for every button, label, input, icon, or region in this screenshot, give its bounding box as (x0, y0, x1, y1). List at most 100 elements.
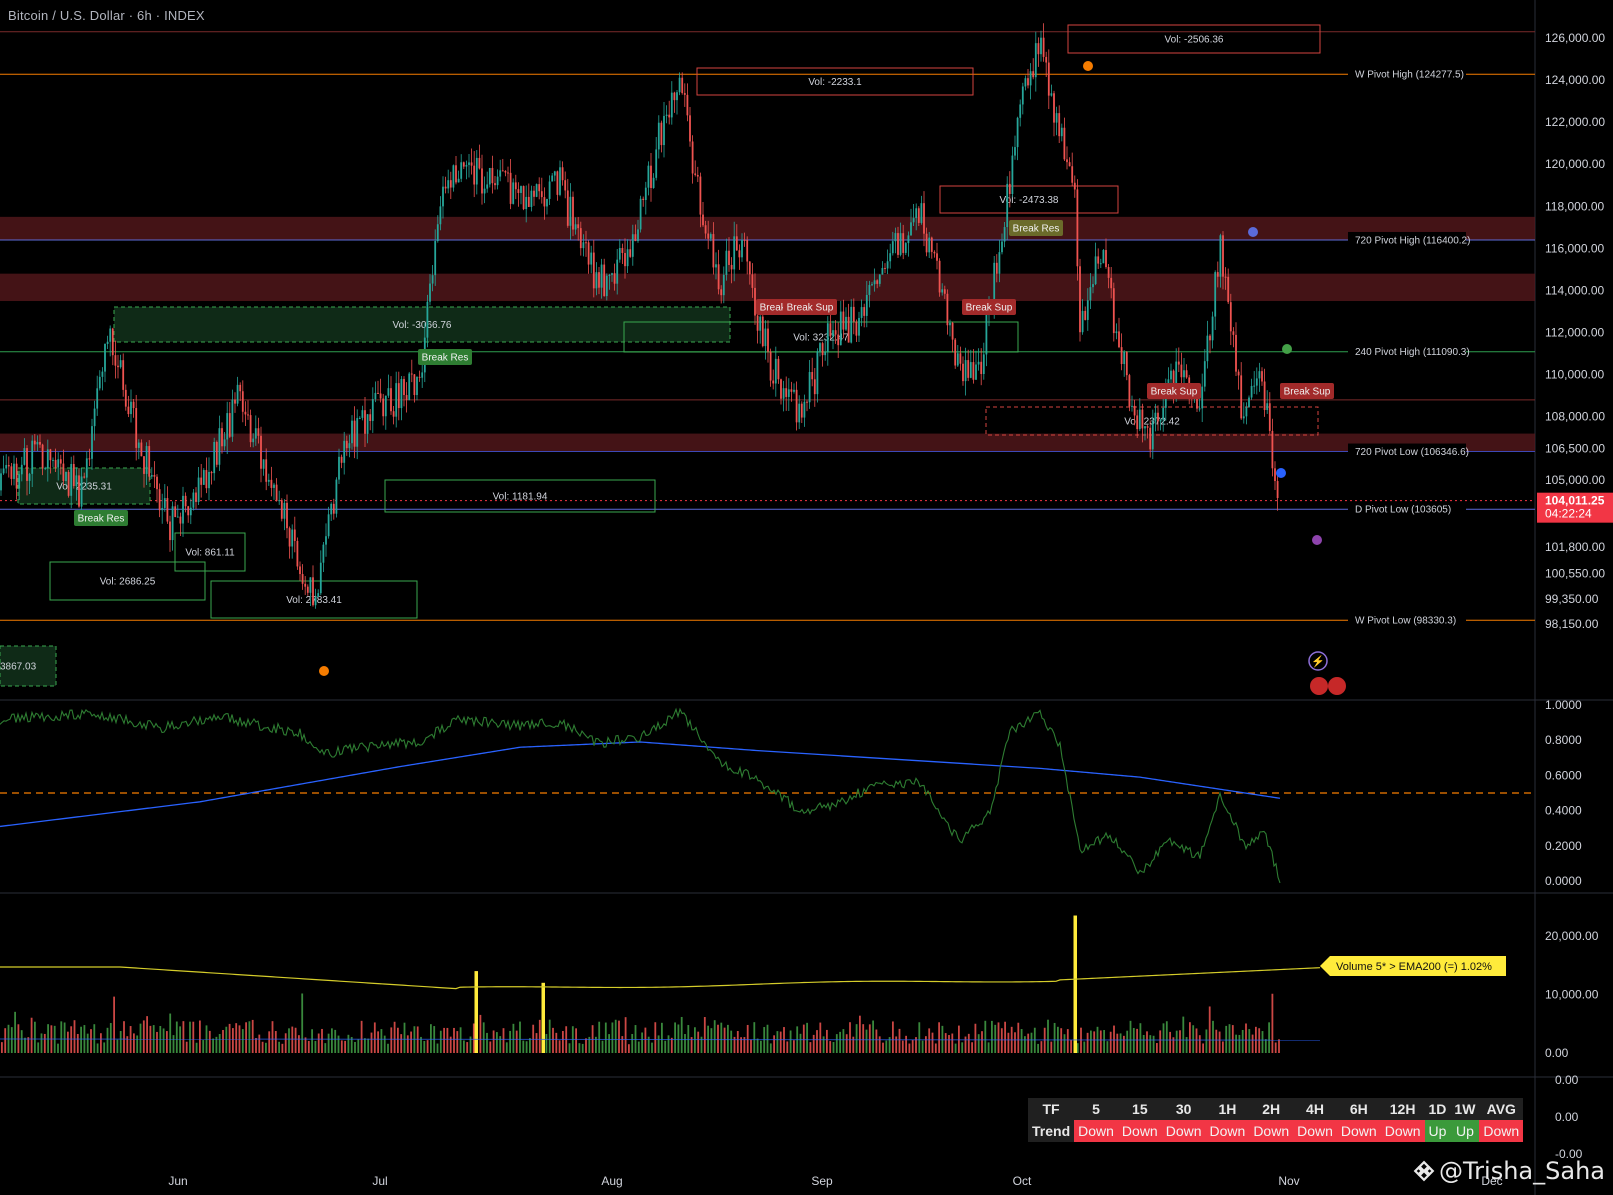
candle (837, 334, 840, 346)
candle (221, 428, 223, 447)
candle (876, 280, 879, 284)
volume-bar (812, 1034, 815, 1053)
volume-bar (727, 1024, 729, 1053)
volume-bar (199, 1020, 201, 1053)
candle (348, 443, 351, 449)
volume-bar (538, 1019, 541, 1053)
candle (798, 403, 801, 423)
candle (949, 322, 951, 326)
volume-bar (136, 1035, 139, 1053)
candle (403, 379, 405, 395)
candle (1024, 78, 1027, 87)
volume-ema-line (0, 966, 1321, 990)
volume-bar (492, 1030, 495, 1053)
candle (915, 208, 918, 219)
volume-bar (377, 1031, 379, 1053)
candle (210, 471, 213, 474)
candle (236, 384, 239, 404)
volume-bar (687, 1025, 690, 1053)
volume-bar (1142, 1034, 1145, 1053)
volume-bar (1136, 1028, 1138, 1053)
volume-bar (760, 1040, 762, 1053)
pivot-marker (1282, 344, 1292, 354)
trend-table-header: TF 5 15 30 1H 2H 4H 6H 12H 1D 1W AVG (1028, 1098, 1524, 1120)
candle (592, 252, 595, 289)
volume-bar (109, 1023, 112, 1053)
volume-bar (235, 1023, 238, 1053)
tf-cell: TF (1028, 1098, 1075, 1120)
candle (975, 364, 977, 380)
trend-cell: Down (1249, 1120, 1294, 1142)
volume-bar (1175, 1030, 1178, 1053)
volume-bar (60, 1021, 63, 1053)
candle (1019, 104, 1022, 118)
volume-bar (14, 1011, 16, 1053)
trend-cell: Up (1450, 1120, 1480, 1142)
candle (681, 77, 684, 94)
candle (928, 237, 931, 253)
candle (124, 389, 127, 407)
time-tick: Jun (168, 1174, 187, 1188)
volume-bar (522, 1040, 525, 1053)
volume-bar (822, 1036, 825, 1053)
candle (533, 190, 535, 197)
volume-bar (261, 1041, 264, 1053)
candle (436, 224, 439, 242)
volume-bar (364, 1038, 366, 1053)
volume-bar (934, 1043, 937, 1053)
candle (416, 376, 418, 396)
candle (335, 479, 338, 514)
candle (951, 322, 954, 340)
candle (475, 157, 478, 185)
candle (434, 241, 437, 276)
candle (600, 264, 603, 288)
candle (91, 426, 93, 459)
candle (39, 441, 41, 445)
candle (712, 234, 715, 268)
candle (387, 388, 390, 396)
volume-bar (1231, 1025, 1234, 1053)
candle (244, 411, 247, 415)
candle (364, 410, 366, 434)
current-price: 104,011.25 (1545, 494, 1605, 508)
candle (808, 372, 811, 403)
candle (44, 467, 47, 469)
volume-bar (1215, 1029, 1218, 1053)
price-tick: 112,000.00 (1545, 326, 1604, 340)
volume-bar (1113, 1025, 1115, 1053)
volume-bar (383, 1035, 386, 1053)
volume-bar (301, 993, 304, 1053)
trend-cell: Up (1424, 1120, 1451, 1142)
candle (1118, 331, 1120, 348)
volume-bar (868, 1024, 871, 1053)
candle (117, 365, 119, 368)
candle (772, 380, 775, 384)
volume-bar (370, 1032, 373, 1053)
volume-bar (400, 1034, 403, 1053)
candle (665, 114, 668, 116)
volume-bar (532, 1024, 535, 1053)
candle (426, 301, 429, 338)
candle (369, 414, 372, 421)
candle (83, 476, 86, 478)
volume-bar (885, 1040, 888, 1053)
volume-bar (872, 1020, 874, 1053)
volume-bar (991, 1020, 993, 1053)
chart-canvas[interactable]: W Pivot High (124277.5) 720 Pivot High (1… (0, 0, 1613, 1195)
candle (23, 448, 26, 465)
candle (208, 471, 210, 489)
volume-bar (354, 1041, 356, 1053)
candle (223, 439, 226, 447)
volume-bar (123, 1021, 125, 1053)
price-tick: 114,000.00 (1545, 283, 1604, 297)
volume-spike-bar (541, 982, 545, 1053)
candle (57, 459, 60, 468)
candle (938, 260, 941, 293)
volume-bar (63, 1022, 66, 1053)
candle (291, 529, 294, 547)
volume-bar (175, 1021, 178, 1053)
pivot-label: 240 Pivot High (111090.3) (1355, 347, 1470, 358)
volume-bar (166, 1031, 168, 1053)
volume-bar (1132, 1027, 1135, 1053)
candle (231, 399, 234, 437)
